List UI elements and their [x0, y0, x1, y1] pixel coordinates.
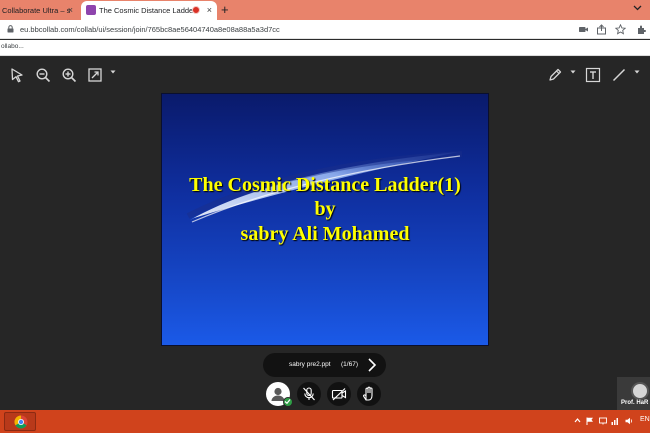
chrome-icon [14, 415, 28, 429]
shared-slide: The Cosmic Distance Ladder(1) by sabry A… [161, 93, 489, 346]
site-favicon-icon [86, 5, 96, 15]
tab-close-icon[interactable]: × [68, 5, 73, 15]
zoom-out-icon[interactable] [35, 67, 51, 83]
extensions-icon[interactable] [636, 24, 647, 35]
language-indicator[interactable]: EN [640, 416, 650, 423]
tab-title: Collaborate Ultra – s [2, 6, 71, 15]
chevron-down-icon[interactable] [570, 69, 576, 75]
participant-name: Prof. HaR [621, 400, 649, 406]
chrome-taskbar-button[interactable] [4, 412, 36, 431]
flag-icon[interactable] [586, 417, 594, 425]
raise-hand-icon [363, 386, 373, 401]
zoom-in-icon[interactable] [61, 67, 77, 83]
tab-search-chevron-icon[interactable] [633, 3, 642, 12]
url-field[interactable]: eu.bbcollab.com/collab/ui/session/join/7… [20, 25, 280, 34]
browser-tab-strip: Collaborate Ultra – s × The Cosmic Dista… [0, 0, 650, 20]
collaborate-session: The Cosmic Distance Ladder(1) by sabry A… [0, 57, 650, 410]
participant-avatar [631, 382, 649, 400]
recording-indicator-icon [192, 6, 200, 14]
status-check-icon [283, 397, 293, 407]
camera-indicator-icon[interactable] [578, 24, 589, 35]
tab-close-icon[interactable]: × [207, 5, 212, 15]
slide-by-line: by [314, 198, 336, 220]
pointer-icon[interactable] [9, 67, 25, 83]
pen-icon[interactable] [547, 67, 563, 83]
raise-hand-button[interactable] [357, 382, 381, 406]
mic-off-icon [303, 387, 315, 401]
chevron-down-icon[interactable] [634, 69, 640, 75]
camera-off-icon [331, 388, 347, 401]
bookmarks-bar: ollabo... [0, 40, 650, 56]
tab-collaborate-ultra[interactable]: Collaborate Ultra – s × [0, 1, 78, 20]
next-slide-chevron-icon[interactable] [367, 357, 377, 373]
chevron-down-icon[interactable] [110, 69, 116, 75]
participant-tile[interactable]: Prof. HaR [617, 377, 650, 410]
share-icon[interactable] [596, 24, 607, 35]
bookmark-item[interactable]: ollabo... [1, 43, 24, 50]
new-tab-button[interactable]: + [221, 2, 229, 18]
signal-icon[interactable] [611, 417, 619, 425]
bookmark-star-icon[interactable] [615, 24, 626, 35]
text-tool-icon[interactable] [585, 67, 601, 83]
microphone-toggle-button[interactable] [297, 382, 321, 406]
slide-author-line: sabry Ali Mohamed [240, 223, 410, 245]
windows-taskbar: EN [0, 410, 650, 433]
tab-cosmic-distance-ladder[interactable]: The Cosmic Distance Ladde × [81, 1, 217, 20]
fit-screen-icon[interactable] [87, 67, 103, 83]
file-navigation: sabry pre2.ppt (1/67) [263, 353, 386, 377]
lock-icon[interactable] [7, 25, 14, 33]
tab-title: The Cosmic Distance Ladde [99, 6, 194, 15]
page-counter: (1/67) [341, 361, 358, 368]
camera-toggle-button[interactable] [327, 382, 351, 406]
network-icon[interactable] [599, 417, 607, 425]
screen: Collaborate Ultra – s × The Cosmic Dista… [0, 0, 650, 433]
file-name: sabry pre2.ppt [289, 361, 331, 368]
line-tool-icon[interactable] [611, 67, 627, 83]
volume-icon[interactable] [625, 417, 633, 425]
address-bar: eu.bbcollab.com/collab/ui/session/join/7… [0, 20, 650, 39]
slide-title-line: The Cosmic Distance Ladder(1) [189, 174, 461, 196]
tray-chevron-up-icon[interactable] [574, 417, 581, 424]
